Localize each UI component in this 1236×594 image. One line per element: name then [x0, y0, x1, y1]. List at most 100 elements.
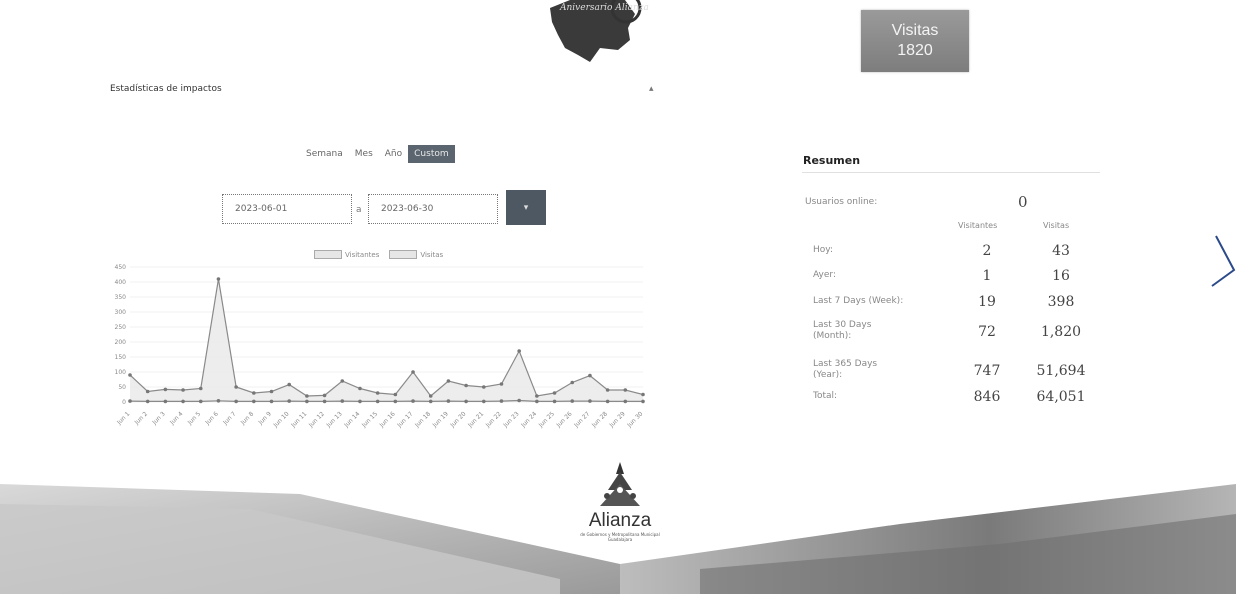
data-point: [198, 399, 203, 404]
data-point: [411, 399, 415, 403]
y-tick-label: 0: [122, 399, 126, 406]
data-point: [552, 391, 557, 395]
online-value: 0: [1018, 193, 1028, 211]
collapse-chevron-icon[interactable]: ▴: [649, 84, 654, 94]
data-point: [128, 399, 132, 403]
alianza-emblem-icon: [600, 462, 640, 506]
x-tick-label: Jun 18: [413, 410, 432, 429]
x-tick-label: Jun 23: [502, 410, 521, 429]
data-point: [375, 391, 380, 395]
x-tick-label: Jun 26: [555, 410, 574, 429]
panel-title: Estadísticas de impactos: [110, 84, 222, 94]
x-tick-label: Jun 13: [325, 410, 344, 429]
date-separator: a: [356, 205, 362, 215]
data-point: [322, 393, 327, 398]
data-point: [358, 399, 362, 404]
data-point: [163, 387, 168, 392]
y-tick-label: 250: [115, 324, 127, 331]
data-point: [393, 399, 398, 404]
data-point: [446, 379, 451, 383]
data-point: [216, 277, 221, 281]
data-point: [481, 399, 486, 404]
data-point: [623, 388, 628, 392]
data-point: [641, 399, 645, 404]
row-label: Last 365 Days (Year):: [813, 359, 878, 380]
data-point: [216, 399, 221, 403]
apply-date-button[interactable]: ▾: [506, 190, 546, 225]
brand-name: Alianza: [588, 510, 652, 531]
data-point: [446, 399, 451, 403]
legend-item-visitantes[interactable]: Visitantes: [314, 250, 379, 259]
legend-item-visitas[interactable]: Visitas: [389, 250, 443, 259]
brand-subtitle: de Gobiernos y Metropolitana Municipal G…: [580, 532, 660, 542]
data-point: [145, 389, 150, 394]
data-point: [552, 399, 557, 404]
visitantes-value: 72: [978, 324, 996, 340]
row-label: Last 30 Days (Month):: [813, 320, 872, 341]
x-tick-label: Jun 7: [221, 410, 237, 426]
legend-swatch: [389, 250, 418, 259]
y-tick-label: 100: [115, 369, 127, 376]
x-tick-label: Jun 10: [272, 410, 291, 429]
x-tick-label: Jun 22: [484, 410, 503, 429]
data-point: [198, 386, 203, 391]
data-point: [145, 399, 150, 404]
data-point: [535, 394, 539, 398]
filter-icon: ▾: [523, 202, 529, 213]
tab-mes[interactable]: Mes: [349, 145, 379, 163]
visitas-value: 398: [1047, 294, 1075, 310]
visitas-value: 51,694: [1036, 363, 1086, 379]
data-point: [499, 382, 504, 386]
visitas-value: 16: [1052, 268, 1070, 284]
data-point: [305, 394, 309, 398]
divider: [802, 172, 1100, 173]
data-point: [340, 399, 345, 403]
x-tick-label: Jun 8: [239, 410, 255, 426]
tab-semana[interactable]: Semana: [300, 145, 349, 163]
data-point: [588, 399, 592, 403]
data-point: [499, 399, 504, 403]
row-label: Total:: [813, 391, 838, 401]
data-point: [181, 399, 185, 404]
x-tick-label: Jun 6: [204, 410, 220, 426]
data-point: [588, 373, 592, 378]
date-from-input[interactable]: [222, 194, 352, 224]
legend-label: Visitas: [420, 250, 444, 259]
tab-ano[interactable]: Año: [379, 145, 408, 163]
data-point: [464, 399, 468, 404]
visitas-count: 1820: [897, 42, 933, 59]
visitas-label: Visitas: [891, 22, 939, 39]
data-point: [252, 399, 256, 404]
data-point: [411, 370, 415, 374]
emblem-text: Aniversario Alianza: [559, 3, 649, 13]
data-point: [428, 399, 433, 404]
data-point: [163, 399, 168, 404]
x-tick-label: Jun 15: [360, 410, 379, 429]
data-point: [464, 383, 468, 388]
data-point: [234, 385, 238, 389]
visitantes-value: 747: [973, 363, 1001, 379]
resumen-title: Resumen: [803, 154, 861, 167]
tab-custom[interactable]: Custom: [408, 145, 455, 163]
alianza-logo: Alianza de Gobiernos y Metropolitana Mun…: [575, 460, 665, 542]
x-tick-label: Jun 30: [625, 410, 644, 429]
data-point: [517, 398, 521, 403]
visitantes-value: 19: [978, 294, 996, 310]
date-to-input[interactable]: [368, 194, 498, 224]
data-point: [570, 380, 575, 385]
data-point: [605, 388, 610, 392]
visitantes-value: 2: [982, 243, 992, 259]
data-point: [535, 399, 539, 404]
y-tick-label: 450: [115, 264, 127, 271]
x-tick-label: Jun 28: [590, 410, 609, 429]
pen-mark-icon: [1211, 235, 1236, 287]
online-label: Usuarios online:: [805, 197, 878, 207]
data-point: [393, 392, 398, 397]
row-label: Last 7 Days (Week):: [813, 296, 904, 306]
legend-swatch: [314, 250, 342, 259]
data-point: [287, 382, 292, 387]
x-tick-label: Jun 11: [289, 410, 308, 429]
data-point: [287, 399, 292, 403]
data-point: [605, 399, 610, 404]
data-point: [252, 391, 256, 395]
